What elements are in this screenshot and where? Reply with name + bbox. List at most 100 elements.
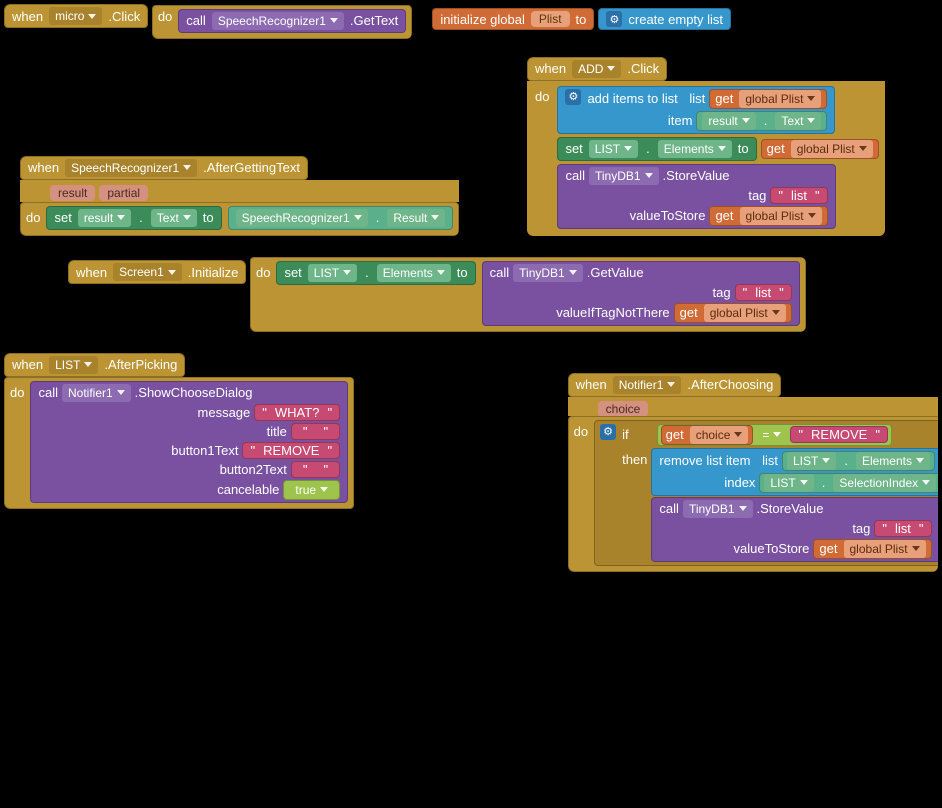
dropdown-equals[interactable]: = bbox=[756, 426, 787, 444]
kw-when: when bbox=[535, 61, 566, 76]
block-init-global-plist[interactable]: initialize global Plist to create empty … bbox=[432, 8, 731, 30]
dropdown-text[interactable]: Text bbox=[775, 112, 821, 130]
text-chip-empty2[interactable]: "" bbox=[291, 461, 340, 478]
dropdown-add[interactable]: ADD bbox=[572, 60, 621, 78]
gear-icon[interactable] bbox=[565, 89, 581, 105]
dropdown-Elements[interactable]: Elements bbox=[856, 452, 930, 470]
dropdown-notifier1[interactable]: Notifier1 bbox=[62, 384, 131, 402]
dropdown-global-plist[interactable]: global Plist bbox=[739, 90, 821, 108]
block-get-plist-3[interactable]: get global Plist bbox=[709, 206, 827, 226]
kw-do: do bbox=[10, 381, 24, 400]
block-after-getting-text[interactable]: when SpeechRecognizer1 .AfterGettingText… bbox=[20, 156, 459, 236]
block-get-plist[interactable]: get global Plist bbox=[709, 89, 827, 109]
dropdown-global-plist[interactable]: global Plist bbox=[791, 140, 873, 158]
kw-when: when bbox=[76, 265, 107, 280]
dropdown-tinydb1[interactable]: TinyDB1 bbox=[513, 264, 583, 282]
block-when-notifier-afterchoosing[interactable]: when Notifier1 .AfterChoosing choice do … bbox=[568, 373, 938, 572]
block-when-screen1-initialize[interactable]: when Screen1 .Initialize do set LIST . E… bbox=[68, 257, 806, 332]
text-chip-list2[interactable]: "list" bbox=[874, 520, 931, 537]
block-equals[interactable]: get choice = "REMOVE" bbox=[657, 424, 892, 446]
method-label: .StoreValue bbox=[757, 501, 824, 516]
block-if-then[interactable]: if get choice = "REMOVE" bbox=[594, 420, 938, 566]
gear-icon[interactable] bbox=[600, 424, 616, 440]
block-call-tinydb-getvalue[interactable]: call TinyDB1 .GetValue tag "list" valueI… bbox=[482, 261, 800, 326]
label-tag: tag bbox=[551, 285, 731, 300]
kw-get: get bbox=[767, 141, 785, 156]
kw-do: do bbox=[256, 261, 270, 280]
dropdown-component-micro[interactable]: micro bbox=[49, 7, 102, 25]
dropdown-speechrecognizer[interactable]: SpeechRecognizer1 bbox=[212, 12, 344, 30]
label-tag: tag bbox=[720, 521, 870, 536]
block-set-list-elements[interactable]: set LIST . Elements to bbox=[557, 137, 756, 161]
block-add-items-to-list[interactable]: add items to list list get global Plist … bbox=[557, 86, 835, 134]
dropdown-global-plist[interactable]: global Plist bbox=[844, 540, 926, 558]
dropdown-speechrecognizer[interactable]: SpeechRecognizer1 bbox=[65, 159, 197, 177]
gear-icon[interactable] bbox=[606, 11, 622, 27]
block-when-add-click[interactable]: when ADD .Click do add items to list lis… bbox=[527, 57, 885, 236]
dropdown-speechrecognizer2[interactable]: SpeechRecognizer1 bbox=[236, 209, 368, 227]
block-LIST-Elements[interactable]: LIST . Elements bbox=[782, 451, 935, 471]
label-list: list bbox=[689, 91, 705, 106]
block-get-plist-5[interactable]: get global Plist bbox=[813, 539, 931, 559]
dropdown-notifier1[interactable]: Notifier1 bbox=[613, 376, 682, 394]
param-partial: partial bbox=[99, 185, 148, 201]
dropdown-result[interactable]: result bbox=[78, 209, 131, 227]
kw-when: when bbox=[12, 357, 43, 372]
bool-true[interactable]: true bbox=[283, 480, 340, 500]
kw-set: set bbox=[565, 141, 582, 156]
dropdown-Elements[interactable]: Elements bbox=[377, 264, 451, 282]
event-label: .Initialize bbox=[188, 265, 239, 280]
dropdown-global-plist[interactable]: global Plist bbox=[740, 207, 822, 225]
kw-do: do bbox=[26, 210, 40, 225]
block-call-showchoosedialog[interactable]: call Notifier1 .ShowChooseDialog message… bbox=[30, 381, 348, 503]
dropdown-tinydb1[interactable]: TinyDB1 bbox=[683, 500, 753, 518]
block-call-getText[interactable]: call SpeechRecognizer1 .GetText bbox=[178, 9, 406, 33]
dropdown-choice[interactable]: choice bbox=[690, 426, 749, 444]
method-label: .StoreValue bbox=[663, 168, 730, 183]
block-create-empty-list[interactable]: create empty list bbox=[598, 8, 731, 30]
block-set-list-elements-2[interactable]: set LIST . Elements to bbox=[276, 261, 475, 285]
dropdown-SelectionIndex[interactable]: SelectionIndex bbox=[833, 474, 936, 492]
kw-to: to bbox=[203, 210, 214, 225]
block-LIST-SelectionIndex[interactable]: LIST . SelectionIndex bbox=[759, 473, 938, 493]
method-label: .GetValue bbox=[587, 265, 644, 280]
text-chip-list[interactable]: "list" bbox=[770, 187, 827, 204]
block-call-tinydb-storevalue[interactable]: call TinyDB1 .StoreValue tag "list" valu… bbox=[557, 164, 835, 229]
dropdown-LIST[interactable]: LIST bbox=[787, 452, 836, 470]
dropdown-LIST2[interactable]: LIST bbox=[764, 474, 813, 492]
dropdown-LIST[interactable]: LIST bbox=[308, 264, 357, 282]
event-label: .AfterPicking bbox=[104, 357, 177, 372]
block-set-result-text[interactable]: set result . Text to bbox=[46, 206, 221, 230]
label-title: title bbox=[87, 424, 287, 439]
dropdown-result2[interactable]: Result bbox=[387, 209, 445, 227]
text-chip-what[interactable]: "WHAT?" bbox=[254, 404, 340, 421]
label-cancelable: cancelable bbox=[79, 482, 279, 497]
kw-when: when bbox=[12, 9, 43, 24]
dropdown-Elements[interactable]: Elements bbox=[658, 140, 732, 158]
label-button1Text: button1Text bbox=[38, 443, 238, 458]
kw-call: call bbox=[186, 13, 206, 28]
block-speechrecognizer-result[interactable]: SpeechRecognizer1 . Result bbox=[228, 206, 454, 230]
block-get-plist-4[interactable]: get global Plist bbox=[674, 303, 792, 323]
kw-call: call bbox=[38, 385, 58, 400]
dropdown-true[interactable]: true bbox=[289, 481, 334, 499]
block-call-tinydb-storevalue-2[interactable]: call TinyDB1 .StoreValue tag "list" bbox=[651, 497, 938, 562]
dropdown-global-plist[interactable]: global Plist bbox=[704, 304, 786, 322]
text-chip-remove2[interactable]: "REMOVE" bbox=[790, 426, 888, 443]
dropdown-screen1[interactable]: Screen1 bbox=[113, 263, 182, 281]
dropdown-LIST[interactable]: LIST bbox=[49, 356, 98, 374]
block-get-plist-2[interactable]: get global Plist bbox=[761, 139, 879, 159]
block-result-text[interactable]: result . Text bbox=[696, 111, 827, 131]
dropdown-text[interactable]: Text bbox=[151, 209, 197, 227]
block-when-list-afterpicking[interactable]: when LIST .AfterPicking do call Notifier… bbox=[4, 353, 508, 509]
kw-call: call bbox=[659, 501, 679, 516]
text-chip-remove[interactable]: "REMOVE" bbox=[242, 442, 340, 459]
dropdown-LIST[interactable]: LIST bbox=[589, 140, 638, 158]
block-remove-list-item[interactable]: remove list item list LIST . Elements bbox=[651, 448, 938, 496]
text-chip-empty1[interactable]: "" bbox=[291, 423, 340, 440]
block-get-choice[interactable]: get choice bbox=[661, 425, 754, 445]
text-chip-list[interactable]: "list" bbox=[735, 284, 792, 301]
dropdown-result[interactable]: result bbox=[702, 112, 755, 130]
block-when-micro-click[interactable]: when micro .Click do call SpeechRecogniz… bbox=[4, 4, 412, 39]
dropdown-tinydb1[interactable]: TinyDB1 bbox=[589, 167, 659, 185]
